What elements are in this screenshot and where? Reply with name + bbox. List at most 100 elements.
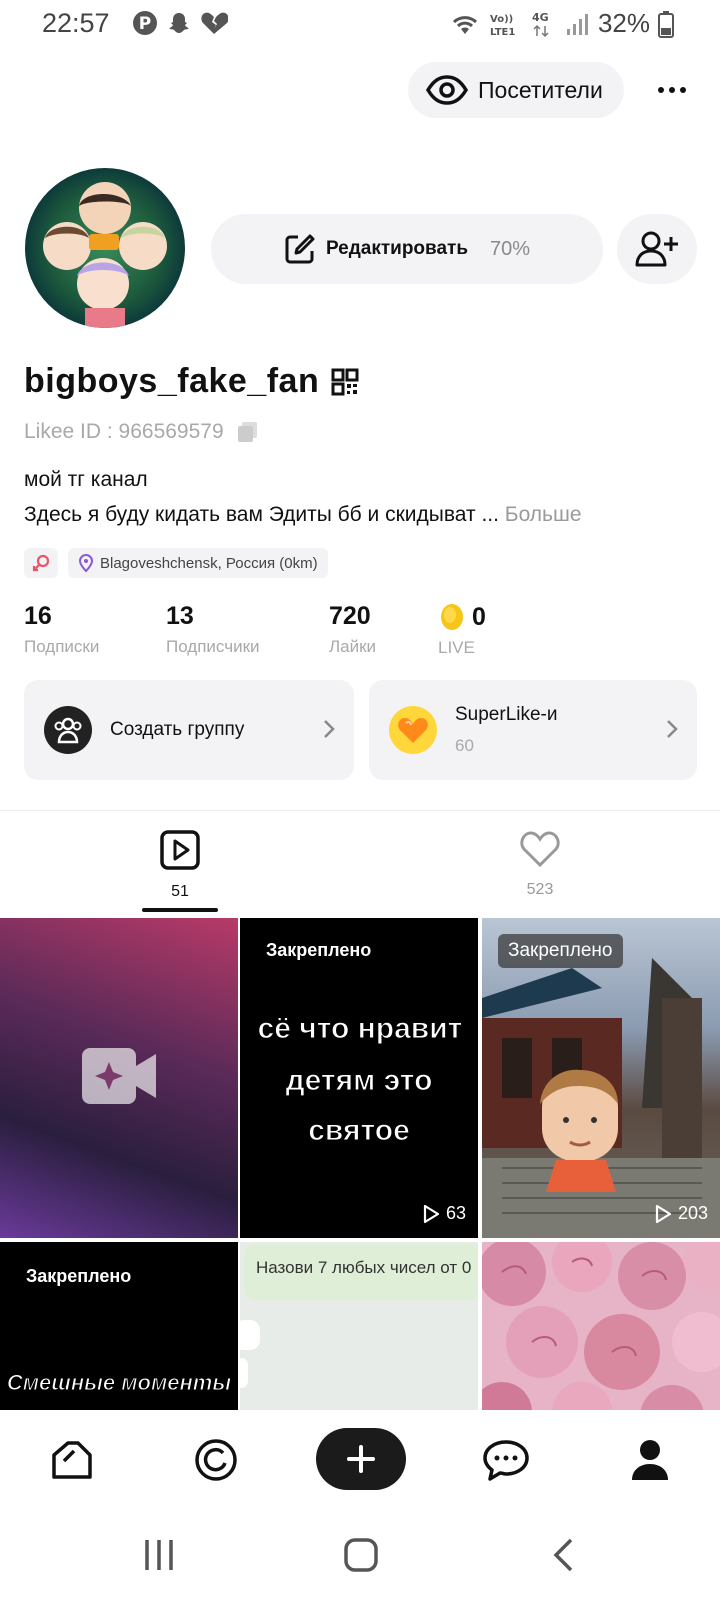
more-options-button[interactable] xyxy=(650,72,694,108)
visitors-button[interactable]: Посетители xyxy=(408,62,624,118)
section-divider xyxy=(0,810,720,811)
back-chevron-icon xyxy=(553,1538,573,1572)
video-placeholder-icon xyxy=(82,1048,156,1104)
home-icon xyxy=(52,1441,92,1479)
bio-more-link[interactable]: Больше xyxy=(505,503,582,526)
create-group-card[interactable]: Создать группу xyxy=(24,680,354,780)
video-grid: Закреплено сё что нравит детям это свято… xyxy=(0,918,720,1410)
dot xyxy=(669,87,675,93)
dot xyxy=(658,87,664,93)
group-icon xyxy=(54,717,82,744)
volte-icon: Vo)) LTE1 xyxy=(490,14,515,37)
home-system-button[interactable] xyxy=(336,1532,386,1578)
pinned-label: Закреплено xyxy=(266,940,372,960)
home-square-icon xyxy=(344,1538,378,1572)
nav-explore[interactable] xyxy=(186,1432,246,1488)
recent-apps-button[interactable] xyxy=(134,1532,184,1578)
location-tag[interactable]: Blagoveshchensk, Россия (0km) xyxy=(68,548,328,578)
qr-code-icon[interactable] xyxy=(331,368,359,396)
group-icon-bg xyxy=(44,706,92,754)
stat-likes[interactable]: 720 Лайки xyxy=(329,602,376,657)
heart-icon xyxy=(520,831,560,868)
bio-text: Здесь я буду кидать вам Эдиты бб и скиды… xyxy=(24,503,499,526)
stat-label: LIVE xyxy=(438,638,475,657)
video-tile[interactable] xyxy=(482,1242,720,1410)
wifi-icon xyxy=(452,15,477,34)
profile-completion: 70% xyxy=(490,237,531,260)
system-navigation xyxy=(0,1510,720,1600)
stat-followers[interactable]: 13 Подписчики xyxy=(166,602,260,657)
back-button[interactable] xyxy=(538,1532,588,1578)
chat-icon xyxy=(483,1440,529,1481)
stat-value: 13 xyxy=(166,602,194,630)
likee-id: Likee ID : 966569579 xyxy=(24,420,224,443)
status-time: 22:57 xyxy=(42,8,110,38)
video-tile[interactable] xyxy=(0,918,238,1238)
pinned-badge: Закреплено xyxy=(498,934,623,968)
stat-following[interactable]: 16 Подписки xyxy=(24,602,99,657)
snapchat-icon xyxy=(169,13,189,33)
video-tile[interactable]: Закреплено 203 xyxy=(482,918,720,1238)
pinned-label: Закреплено xyxy=(26,1266,132,1286)
status-bar: 22:57 P Vo)) LTE1 4G 32% xyxy=(0,0,720,48)
person-face-image xyxy=(540,1069,618,1192)
visitors-label: Посетители xyxy=(478,76,603,103)
view-count: 203 xyxy=(654,1203,708,1224)
profile-avatar[interactable] xyxy=(25,168,185,328)
bio-line-2: Здесь я буду кидать вам Эдиты бб и скиды… xyxy=(24,503,582,527)
tab-liked[interactable]: 523 xyxy=(490,830,590,899)
video-caption: детям это xyxy=(285,1064,433,1098)
chevron-right-icon xyxy=(324,720,335,738)
stat-label: Подписки xyxy=(24,637,100,656)
svg-text:Vo)): Vo)) xyxy=(490,14,513,25)
recent-apps-icon xyxy=(145,1540,173,1570)
location-text: Blagoveshchensk, Россия (0km) xyxy=(100,554,318,572)
superlike-heart-icon xyxy=(398,718,428,743)
superlike-count: 60 xyxy=(455,736,474,755)
superlike-icon-bg xyxy=(389,706,437,754)
pinterest-icon: P xyxy=(133,11,157,35)
superlike-card[interactable]: SuperLike-и 60 xyxy=(369,680,697,780)
play-icon xyxy=(423,1204,440,1223)
video-tile[interactable]: Назови 7 любых чисел от 0 xyxy=(240,1242,478,1410)
play-square-icon xyxy=(160,830,200,870)
create-video-button[interactable] xyxy=(316,1428,406,1490)
view-count-value: 203 xyxy=(677,1203,708,1223)
nav-messages[interactable] xyxy=(476,1432,536,1488)
superlike-label: SuperLike-и xyxy=(455,704,558,725)
stat-live-row: 0 xyxy=(438,602,486,632)
chat-bubble-small xyxy=(240,1320,260,1350)
signal-icon xyxy=(566,13,588,35)
create-group-label: Создать группу xyxy=(110,719,245,740)
peony-flowers-image xyxy=(482,1242,720,1410)
tab-videos[interactable]: 51 xyxy=(130,830,230,901)
profile-stats: 16 Подписки 13 Подписчики 720 Лайки 0 LI… xyxy=(24,602,704,662)
dot xyxy=(680,87,686,93)
battery-icon xyxy=(658,10,674,38)
nav-profile[interactable] xyxy=(620,1432,680,1488)
stat-value: 720 xyxy=(329,602,371,630)
edit-icon xyxy=(285,234,315,264)
svg-text:4G: 4G xyxy=(532,11,549,24)
video-caption: сё что нравит xyxy=(257,1012,463,1046)
location-pin-icon xyxy=(78,554,94,572)
network-4g-icon: 4G xyxy=(532,11,549,37)
avatar-image xyxy=(25,168,185,328)
broken-heart-icon xyxy=(201,12,228,34)
chevron-right-icon xyxy=(667,720,678,738)
edit-profile-button[interactable]: Редактировать 70% xyxy=(211,214,603,284)
add-friend-button[interactable] xyxy=(617,214,697,284)
nav-home[interactable] xyxy=(42,1432,102,1488)
play-icon xyxy=(655,1204,672,1223)
copy-icon[interactable] xyxy=(236,420,260,444)
video-tile[interactable]: Закреплено Смешные моменты xyxy=(0,1242,238,1410)
superlike-text: SuperLike-и 60 xyxy=(455,704,558,756)
stat-live[interactable]: 0 LIVE xyxy=(438,602,486,658)
stat-label: Подписчики xyxy=(166,637,260,656)
video-tile[interactable]: Закреплено сё что нравит детям это свято… xyxy=(240,918,478,1238)
eye-icon xyxy=(426,75,468,105)
chat-bubble-small xyxy=(240,1358,248,1388)
coin-icon xyxy=(441,604,463,630)
videos-count: 51 xyxy=(171,883,189,900)
active-tab-indicator xyxy=(142,908,218,912)
